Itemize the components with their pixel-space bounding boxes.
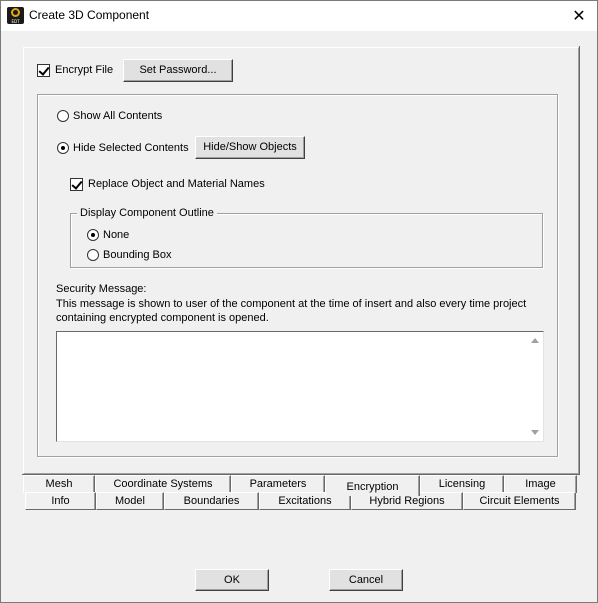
tab-circuit-elements[interactable]: Circuit Elements [463,492,576,510]
set-password-button[interactable]: Set Password... [123,59,233,82]
ok-button[interactable]: OK [195,569,269,591]
replace-names-label[interactable]: Replace Object and Material Names [88,178,265,190]
window-title: Create 3D Component [29,8,150,22]
close-icon[interactable]: ✕ [569,6,589,26]
security-description-line1: This message is shown to user of the com… [56,298,527,310]
create-3d-component-dialog: EDT Create 3D Component ✕ Encrypt File S… [0,0,598,603]
tab-coordinate-systems[interactable]: Coordinate Systems [95,475,231,493]
encrypt-file-checkbox[interactable] [37,64,50,77]
hide-selected-contents-radio[interactable] [57,142,69,154]
outline-bounding-box-radio[interactable] [87,249,99,261]
hide-selected-contents-label[interactable]: Hide Selected Contents [73,142,189,154]
outline-none-label[interactable]: None [103,229,129,241]
security-message-input[interactable] [56,331,544,442]
app-logo-text: EDT [11,19,20,24]
outline-none-radio[interactable] [87,229,99,241]
cancel-button[interactable]: Cancel [329,569,403,591]
hide-show-objects-button[interactable]: Hide/Show Objects [195,136,305,159]
scroll-down-arrow-icon[interactable] [531,430,539,435]
tab-model[interactable]: Model [96,492,164,510]
scroll-up-arrow-icon[interactable] [531,338,539,343]
encrypt-file-label[interactable]: Encrypt File [55,64,113,76]
tab-info[interactable]: Info [25,492,96,510]
security-message-value [57,332,543,338]
tab-boundaries[interactable]: Boundaries [164,492,259,510]
tab-encryption[interactable]: Encryption [325,475,420,496]
tab-parameters[interactable]: Parameters [231,475,325,493]
replace-names-checkbox[interactable] [70,178,83,191]
security-message-title: Security Message: [56,283,147,295]
tab-mesh[interactable]: Mesh [23,475,95,493]
show-all-contents-radio[interactable] [57,110,69,122]
app-logo-icon: EDT [7,7,24,24]
security-description-line2: containing encrypted component is opened… [56,312,269,324]
tab-licensing[interactable]: Licensing [420,475,504,493]
component-outline-title: Display Component Outline [77,207,217,219]
tab-image[interactable]: Image [504,475,577,493]
title-bar: EDT Create 3D Component ✕ [1,1,597,31]
outline-bounding-box-label[interactable]: Bounding Box [103,249,172,261]
show-all-contents-label[interactable]: Show All Contents [73,110,162,122]
